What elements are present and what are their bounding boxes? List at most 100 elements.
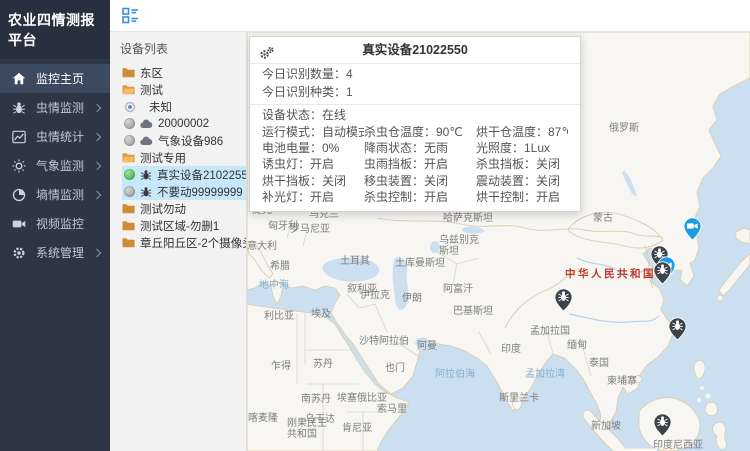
tree-label: 20000002 — [158, 118, 209, 130]
map-label-country: 俄罗斯 — [609, 123, 639, 134]
sidebar: 农业四情测报平台 监控主页 虫情监测 虫情统计 — [0, 0, 110, 451]
map-label-country: 沙特阿拉伯 — [359, 336, 409, 347]
status-dot-offline — [124, 135, 135, 146]
detail-cell: 虫雨挡板：开启 — [364, 156, 476, 172]
folder-icon — [122, 220, 135, 231]
map-label-country: 埃及 — [311, 309, 331, 320]
map-label-china: 中华人民共和国 — [565, 269, 656, 280]
cloud-device-icon — [140, 119, 153, 129]
detail-cell: 电池电量：0% — [262, 140, 364, 156]
chevron-right-icon — [93, 162, 101, 170]
sidebar-item-label: 虫情统计 — [36, 128, 93, 145]
tree-folder-test-area[interactable]: 测试区域-勿删1 — [110, 217, 246, 234]
map-label-country: 乌干达 — [305, 414, 335, 425]
sidebar-item-weather-monitor[interactable]: 气象监测 — [0, 151, 110, 180]
map-label-sea: 孟加拉湾 — [525, 369, 565, 380]
folder-open-icon — [122, 84, 135, 95]
tree-label: 不要动99999999 — [157, 184, 243, 200]
tree-device-donttouch[interactable]: 不要动99999999 — [122, 183, 246, 200]
tree-folder-test[interactable]: 测试 — [110, 81, 246, 98]
detail-cell: 降雨状态：无雨 — [364, 140, 476, 156]
chevron-right-icon — [93, 104, 101, 112]
bug-map-pin[interactable] — [653, 413, 672, 442]
map-label-country: 哈萨克斯坦 — [443, 213, 493, 224]
detail-cell: 震动装置：关闭 — [476, 173, 568, 189]
sidebar-item-insect-monitor[interactable]: 虫情监测 — [0, 93, 110, 122]
tree-folder-east[interactable]: 东区 — [110, 64, 246, 81]
map-label-country: 缅甸 — [567, 340, 587, 351]
map-label-country: 斯里兰卡 — [499, 393, 539, 404]
bug-map-pin[interactable] — [668, 317, 687, 346]
settings-gears-icon[interactable] — [259, 43, 274, 69]
folder-icon — [122, 67, 135, 78]
status-dot-offline — [124, 186, 135, 197]
detail-cell: 移虫装置：关闭 — [364, 173, 476, 189]
world-map[interactable]: 俄罗斯蒙古哈萨克斯坦乌克兰捷克匈牙利罗马尼亚意大利希腊土耳其叙利亚伊拉克伊朗土库… — [247, 32, 750, 451]
tree-device-weather986[interactable]: 气象设备986 — [122, 132, 246, 149]
tree-label: 气象设备986 — [158, 133, 223, 149]
tree-device-20000002[interactable]: 20000002 — [122, 115, 246, 132]
tree-folder-test-nomove[interactable]: 测试勿动 — [110, 200, 246, 217]
map-label-country: 柬埔寨 — [607, 376, 637, 387]
chevron-right-icon — [93, 249, 101, 257]
detail-cell: 光照度：1Lux — [476, 140, 568, 156]
tree-device-real-21022550[interactable]: 真实设备21022550 — [122, 166, 246, 183]
map-label-country: 土库曼斯坦 — [395, 258, 445, 269]
map-label-country: 也门 — [385, 363, 405, 374]
folder-open-icon — [122, 152, 135, 163]
popup-detail-grid: 运行模式：自动模式 杀虫仓温度：90℃ 烘干仓温度：87℃ 电池电量：0% 降雨… — [250, 124, 580, 211]
tree-folder-zhangqiu[interactable]: 章丘阳丘区-2个摄像头 — [110, 234, 246, 251]
map-label-country: 意大利 — [247, 241, 277, 252]
map-label-country: 乌兹别克 斯坦 — [439, 235, 479, 257]
detail-cell: 杀虫仓温度：90℃ — [364, 124, 476, 140]
map-label-sea: 阿拉伯海 — [435, 369, 475, 380]
sun-icon — [11, 158, 26, 173]
tree-folder-test-special[interactable]: 测试专用 — [110, 149, 246, 166]
camera-map-pin[interactable] — [683, 217, 702, 246]
device-status: 设备状态：在线 — [250, 105, 580, 124]
sidebar-item-monitor-home[interactable]: 监控主页 — [0, 64, 110, 93]
agri-monitor-app: 农业四情测报平台 监控主页 虫情监测 虫情统计 — [0, 0, 750, 451]
bug-map-pin[interactable] — [554, 288, 573, 317]
sidebar-nav: 监控主页 虫情监测 虫情统计 气象监测 — [0, 64, 110, 267]
topbar — [110, 0, 750, 32]
cloud-device-icon — [140, 136, 153, 146]
sidebar-item-insect-stats[interactable]: 虫情统计 — [0, 122, 110, 151]
map-label-country: 巴基斯坦 — [453, 306, 493, 317]
map-label-country: 印度 — [501, 344, 521, 355]
bug-icon — [11, 100, 26, 115]
detail-cell: 杀虫挡板：关闭 — [476, 156, 568, 172]
map-label-country: 肯尼亚 — [342, 423, 372, 434]
sidebar-item-soil-monitor[interactable]: 墒情监测 — [0, 180, 110, 209]
detail-cell: 杀虫控制：开启 — [364, 189, 476, 205]
folder-icon — [122, 203, 135, 214]
sidebar-item-label: 虫情监测 — [36, 99, 93, 116]
home-icon — [11, 71, 26, 86]
device-tree: 东区 测试 未知 20000002 气象设备986 — [110, 64, 246, 251]
sidebar-item-video-monitor[interactable]: 视频监控 — [0, 209, 110, 238]
video-camera-icon — [11, 216, 26, 231]
map-label-country: 新加坡 — [591, 421, 621, 432]
tree-device-unknown[interactable]: 未知 — [122, 98, 246, 115]
detail-cell: 烘干挡板：关闭 — [262, 173, 364, 189]
map-label-country: 土耳其 — [340, 256, 370, 267]
tree-layout-icon[interactable] — [122, 7, 139, 24]
sidebar-item-label: 系统管理 — [36, 244, 93, 261]
bug-device-icon — [140, 186, 152, 198]
chevron-right-icon — [93, 191, 101, 199]
device-info-popup: 真实设备21022550 今日识别数量：4 今日识别种类：1 设备状态：在线 运… — [249, 36, 581, 212]
popup-summary: 今日识别数量：4 今日识别种类：1 — [250, 64, 580, 105]
map-label-country: 希腊 — [270, 261, 290, 272]
tree-label: 章丘阳丘区-2个摄像头 — [140, 235, 246, 251]
map-label-country: 孟加拉国 — [530, 326, 570, 337]
map-label-country: 南苏丹 — [301, 394, 331, 405]
chevron-right-icon — [93, 133, 101, 141]
moisture-icon — [11, 187, 26, 202]
tree-label: 测试 — [140, 82, 163, 98]
map-label-country: 索马里 — [377, 404, 407, 415]
map-label-country: 埃塞俄比亚 — [337, 393, 387, 404]
gear-icon — [11, 245, 26, 260]
bug-map-pin[interactable] — [653, 261, 672, 290]
sidebar-item-system-settings[interactable]: 系统管理 — [0, 238, 110, 267]
map-label-country: 利比亚 — [264, 311, 294, 322]
